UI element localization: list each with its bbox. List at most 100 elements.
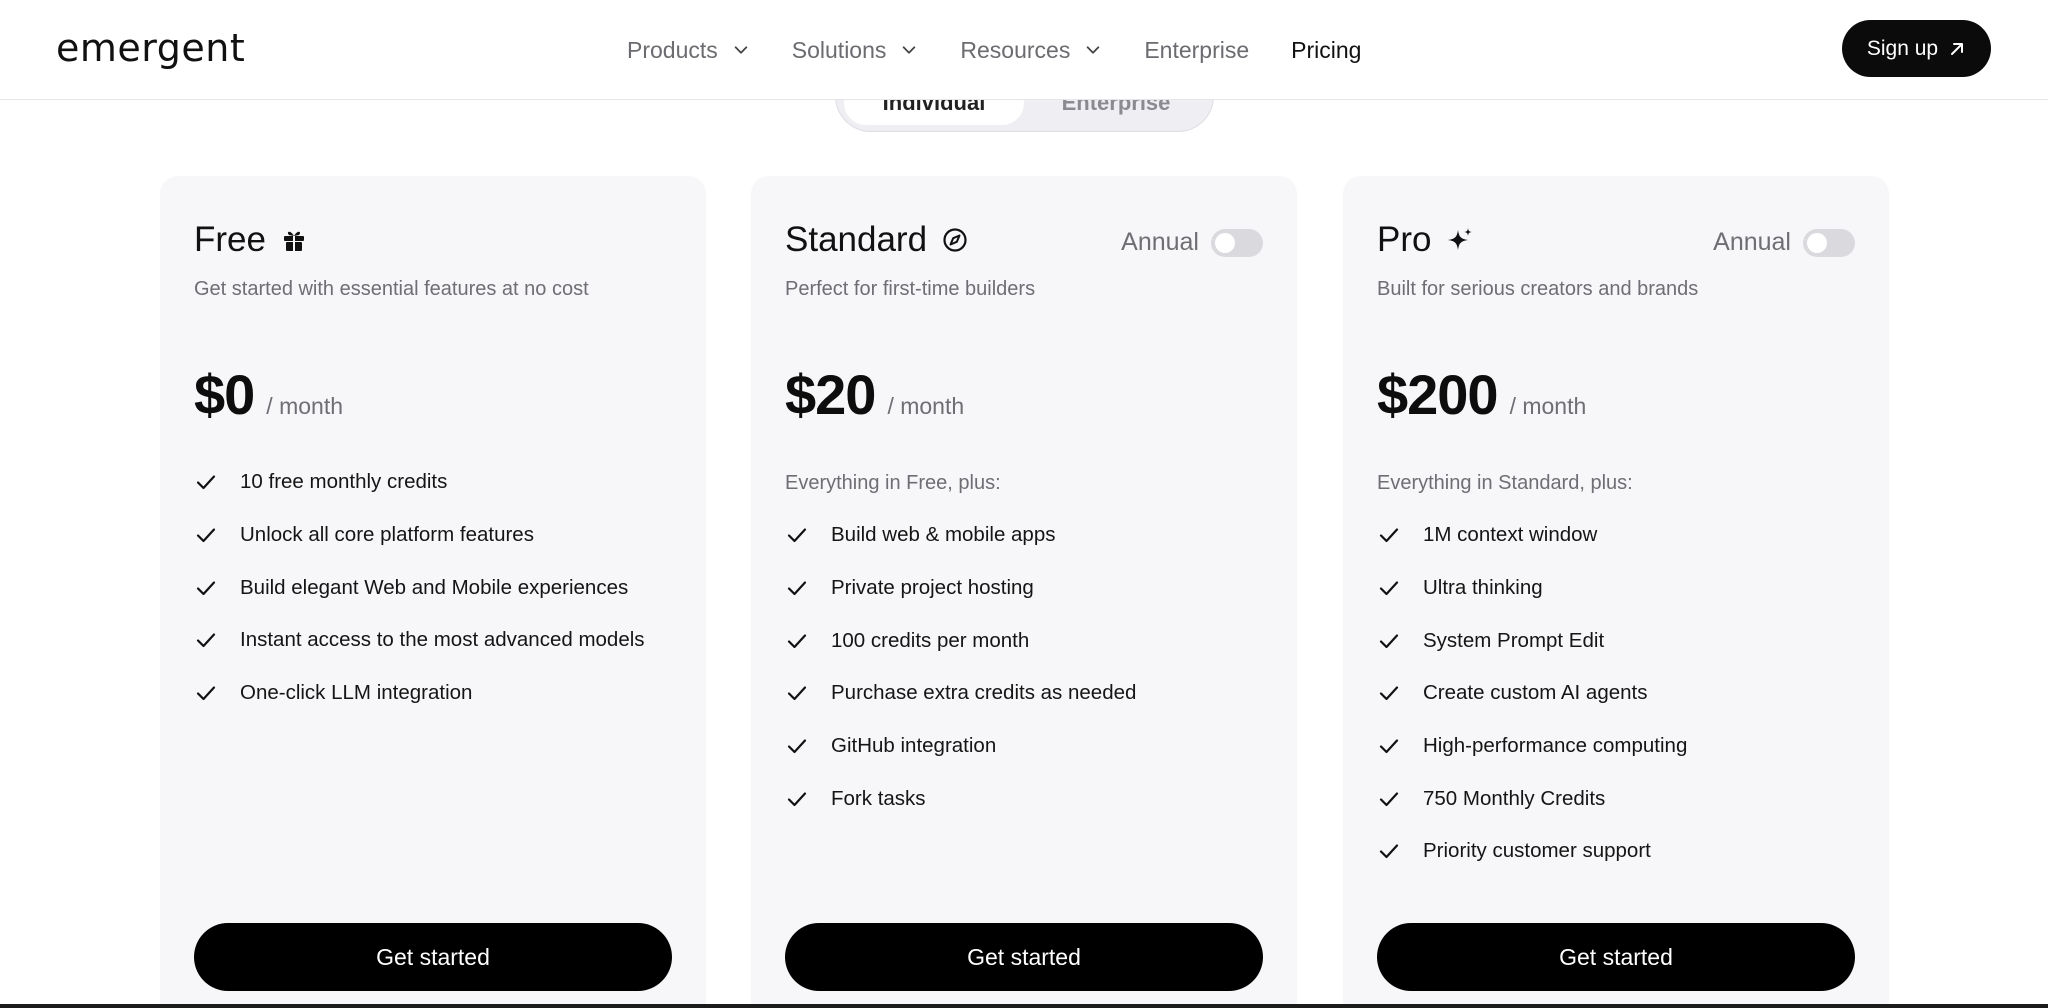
check-icon bbox=[196, 581, 216, 595]
gift-icon bbox=[280, 226, 308, 254]
feature-text: High-performance computing bbox=[1423, 734, 1688, 758]
annual-switch[interactable] bbox=[1803, 228, 1855, 257]
price-period: / month bbox=[1509, 393, 1587, 419]
feature-text: Ultra thinking bbox=[1423, 576, 1543, 600]
chevron-down-icon bbox=[1087, 46, 1100, 54]
feature-item: Build elegant Web and Mobile experiences bbox=[194, 561, 645, 614]
feature-item: 750 Monthly Credits bbox=[1377, 772, 1687, 825]
check-icon bbox=[787, 686, 807, 701]
chevron-down-icon bbox=[734, 46, 748, 54]
feature-lead: Everything in Free, plus: bbox=[785, 472, 1001, 494]
feature-item: System Prompt Edit bbox=[1377, 614, 1687, 667]
get-started-button[interactable]: Get started bbox=[194, 923, 672, 991]
check-icon bbox=[196, 633, 216, 648]
get-started-button[interactable]: Get started bbox=[785, 923, 1263, 991]
check-icon bbox=[787, 528, 807, 543]
check-icon bbox=[1379, 844, 1399, 859]
feature-item: Build web & mobile apps bbox=[785, 509, 1136, 562]
feature-item: 10 free monthly credits bbox=[194, 456, 645, 509]
chevron-down-icon bbox=[903, 46, 916, 54]
feature-item: Unlock all core platform features bbox=[194, 509, 645, 562]
feature-text: Fork tasks bbox=[831, 786, 926, 810]
feature-list: 1M context window Ultra thinking System … bbox=[1377, 509, 1687, 878]
plan-subtitle: Built for serious creators and brands bbox=[1377, 278, 1699, 300]
arrow-up-right-icon bbox=[1951, 42, 1964, 55]
feature-item: High-performance computing bbox=[1377, 720, 1687, 773]
feature-text: Build elegant Web and Mobile experiences bbox=[240, 575, 629, 599]
check-icon bbox=[787, 739, 807, 754]
logo[interactable]: emergent bbox=[56, 26, 245, 70]
check-icon bbox=[196, 528, 216, 543]
feature-text: 10 free monthly credits bbox=[240, 470, 448, 494]
nav-products[interactable]: Products bbox=[627, 37, 750, 64]
nav-pricing-label: Pricing bbox=[1291, 36, 1362, 63]
nav-enterprise-label: Enterprise bbox=[1144, 36, 1250, 63]
feature-lead: Everything in Standard, plus: bbox=[1377, 472, 1633, 494]
check-icon bbox=[787, 634, 807, 648]
nav-products-label: Products bbox=[627, 36, 718, 63]
check-icon bbox=[787, 581, 807, 596]
price-amount: $200 bbox=[1377, 363, 1499, 426]
annual-billing-toggle: Annual bbox=[1121, 228, 1263, 257]
check-icon bbox=[196, 475, 216, 490]
feature-item: One-click LLM integration bbox=[194, 667, 645, 720]
check-icon bbox=[196, 686, 216, 701]
plan-title: Pro bbox=[1377, 220, 1475, 260]
nav-solutions[interactable]: Solutions bbox=[792, 37, 919, 64]
feature-text: Priority customer support bbox=[1423, 839, 1651, 863]
annual-label: Annual bbox=[1121, 228, 1199, 256]
feature-text: 1M context window bbox=[1423, 523, 1598, 547]
feature-text: Build web & mobile apps bbox=[831, 523, 1056, 547]
feature-text: One-click LLM integration bbox=[240, 681, 473, 705]
compass-icon bbox=[941, 226, 969, 254]
feature-item: Fork tasks bbox=[785, 772, 1136, 825]
check-icon bbox=[1379, 581, 1399, 596]
annual-billing-toggle: Annual bbox=[1713, 228, 1855, 257]
plan-price: $0 / month bbox=[194, 362, 343, 427]
feature-item: Ultra thinking bbox=[1377, 562, 1687, 615]
feature-text: 100 credits per month bbox=[831, 628, 1030, 652]
plan-subtitle: Perfect for first-time builders bbox=[785, 278, 1036, 300]
nav-pricing[interactable]: Pricing bbox=[1291, 37, 1361, 64]
price-amount: $20 bbox=[785, 363, 876, 426]
site-header: emergent Products Solutions Resources En… bbox=[0, 0, 2048, 100]
plan-title: Standard bbox=[785, 220, 969, 260]
nav-solutions-label: Solutions bbox=[791, 36, 887, 63]
feature-item: GitHub integration bbox=[785, 720, 1136, 773]
annual-switch[interactable] bbox=[1211, 228, 1263, 257]
nav-enterprise[interactable]: Enterprise bbox=[1144, 37, 1249, 64]
check-icon bbox=[1379, 528, 1399, 543]
feature-item: 100 credits per month bbox=[785, 614, 1136, 667]
nav-resources-label: Resources bbox=[960, 36, 1071, 63]
check-icon bbox=[1379, 686, 1399, 701]
plan-card-pro: Pro Annual Built for serious creators an… bbox=[1343, 176, 1889, 1008]
get-started-button[interactable]: Get started bbox=[1377, 923, 1855, 991]
feature-item: Create custom AI agents bbox=[1377, 667, 1687, 720]
feature-item: Priority customer support bbox=[1377, 825, 1687, 878]
feature-text: 750 Monthly Credits bbox=[1423, 786, 1606, 810]
nav-resources[interactable]: Resources bbox=[960, 37, 1102, 64]
feature-item: 1M context window bbox=[1377, 509, 1687, 562]
feature-list: Build web & mobile apps Private project … bbox=[785, 509, 1136, 825]
feature-item: Purchase extra credits as needed bbox=[785, 667, 1136, 720]
signup-label: Sign up bbox=[1866, 36, 1939, 60]
signup-button[interactable]: Sign up bbox=[1842, 20, 1991, 77]
annual-label: Annual bbox=[1713, 228, 1791, 256]
plan-card-standard: Standard Annual Perfect for first-time b… bbox=[751, 176, 1297, 1008]
plan-name: Standard bbox=[785, 220, 928, 259]
feature-text: Unlock all core platform features bbox=[240, 523, 534, 547]
plan-title: Free bbox=[194, 220, 308, 260]
feature-list: 10 free monthly credits Unlock all core … bbox=[194, 456, 645, 719]
feature-text: System Prompt Edit bbox=[1423, 628, 1605, 652]
price-period: / month bbox=[887, 393, 965, 419]
check-icon bbox=[787, 792, 807, 806]
check-icon bbox=[1379, 792, 1399, 806]
feature-item: Private project hosting bbox=[785, 562, 1136, 615]
plan-price: $200 / month bbox=[1377, 362, 1586, 427]
plan-price: $20 / month bbox=[785, 362, 964, 427]
plan-subtitle: Get started with essential features at n… bbox=[194, 278, 589, 300]
feature-text: GitHub integration bbox=[831, 734, 997, 758]
price-amount: $0 bbox=[194, 363, 255, 426]
plan-name: Pro bbox=[1377, 220, 1432, 259]
feature-text: Private project hosting bbox=[831, 576, 1034, 600]
